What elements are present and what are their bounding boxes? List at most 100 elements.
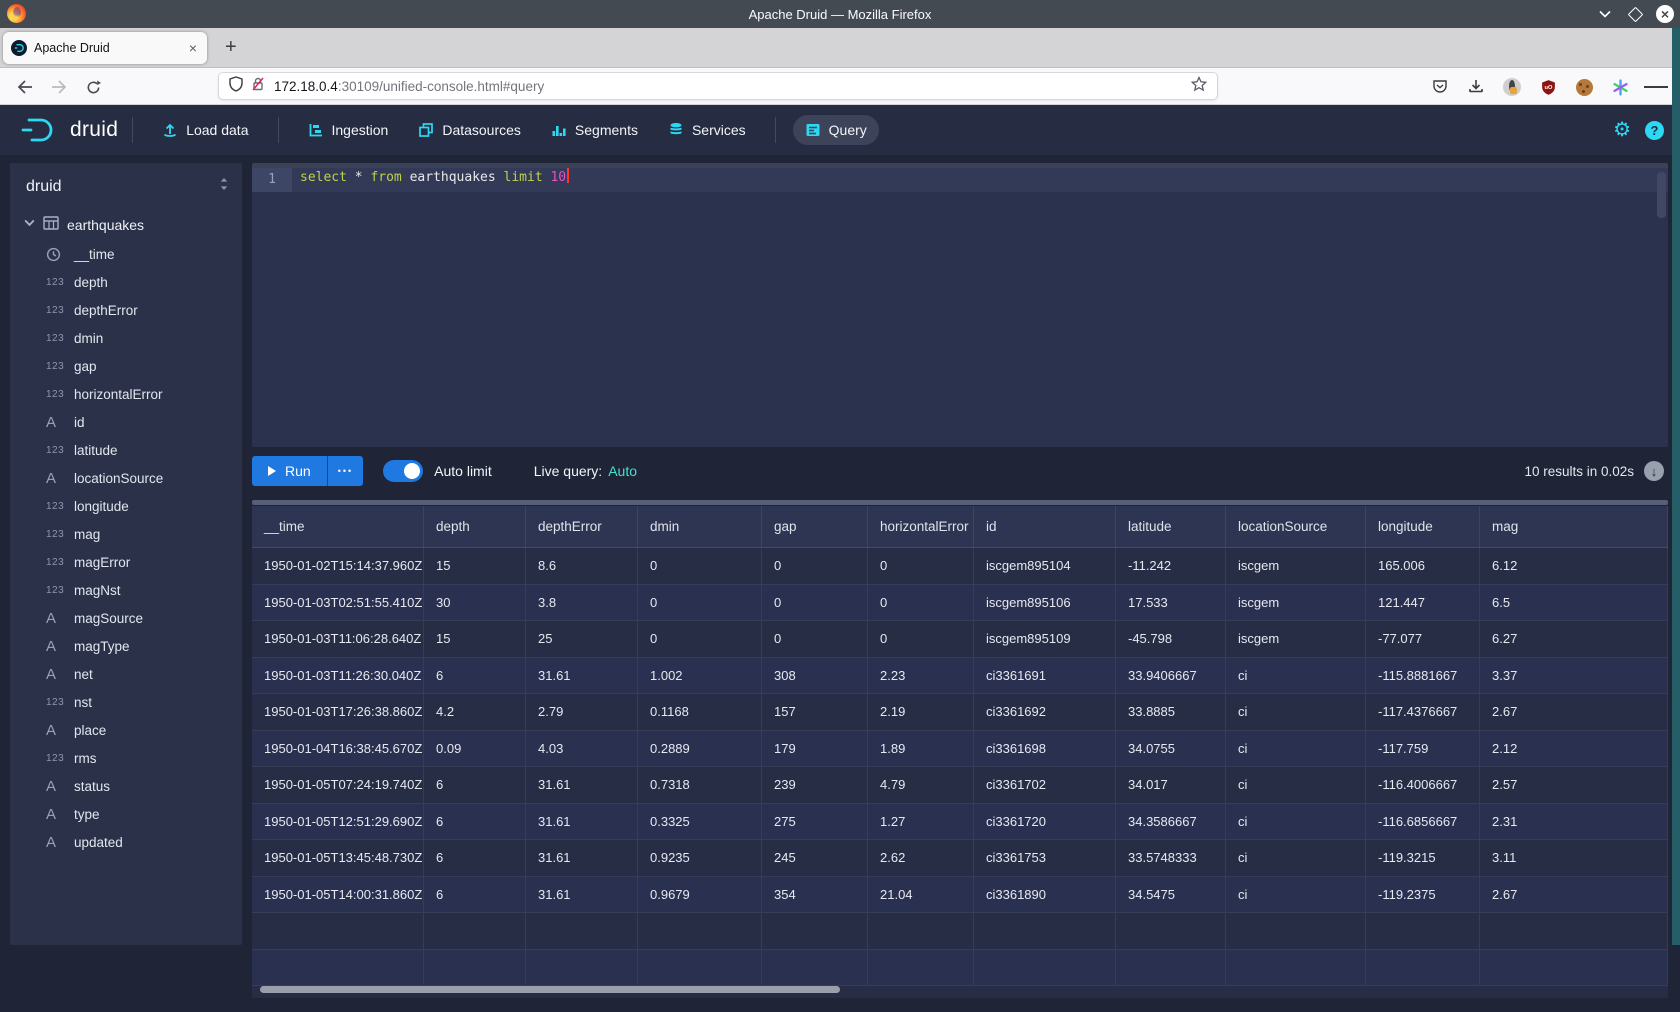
table-cell[interactable]: 245 bbox=[762, 840, 868, 876]
table-cell[interactable]: 1950-01-05T14:00:31.860Z bbox=[252, 877, 424, 913]
sidebar-column-depth[interactable]: 123depth bbox=[10, 268, 242, 296]
sidebar-column-latitude[interactable]: 123latitude bbox=[10, 436, 242, 464]
forward-icon[interactable] bbox=[46, 74, 72, 100]
nav-item-query[interactable]: Query bbox=[793, 115, 879, 145]
column-header-depth[interactable]: depth bbox=[424, 506, 526, 547]
sidebar-column-__time[interactable]: __time bbox=[10, 240, 242, 268]
privacy-badger-icon[interactable] bbox=[1500, 75, 1524, 99]
download-results-icon[interactable]: ↓ bbox=[1644, 461, 1664, 481]
editor-scrollbar[interactable] bbox=[1657, 172, 1666, 218]
table-cell[interactable]: 1950-01-03T11:06:28.640Z bbox=[252, 621, 424, 657]
column-header-gap[interactable]: gap bbox=[762, 506, 868, 547]
table-cell[interactable]: 2.23 bbox=[868, 658, 974, 694]
table-cell[interactable]: 0.9679 bbox=[638, 877, 762, 913]
table-cell[interactable]: 1.002 bbox=[638, 658, 762, 694]
table-cell[interactable]: 0 bbox=[762, 621, 868, 657]
sidebar-column-place[interactable]: Aplace bbox=[10, 716, 242, 744]
settings-gear-icon[interactable]: ⚙ bbox=[1613, 120, 1631, 140]
table-cell[interactable]: 6.5 bbox=[1480, 585, 1668, 621]
table-cell[interactable]: 15 bbox=[424, 548, 526, 584]
table-cell[interactable]: 2.12 bbox=[1480, 731, 1668, 767]
table-cell[interactable]: 31.61 bbox=[526, 658, 638, 694]
table-cell[interactable]: 0 bbox=[868, 585, 974, 621]
sidebar-column-magSource[interactable]: AmagSource bbox=[10, 604, 242, 632]
table-cell[interactable]: 0.09 bbox=[424, 731, 526, 767]
table-cell[interactable]: ci bbox=[1226, 804, 1366, 840]
nav-item-ingestion[interactable]: Ingestion bbox=[296, 115, 401, 145]
nav-item-services[interactable]: Services bbox=[656, 115, 758, 145]
table-cell[interactable]: 0.9235 bbox=[638, 840, 762, 876]
column-header-id[interactable]: id bbox=[974, 506, 1116, 547]
bookmark-star-icon[interactable] bbox=[1191, 76, 1207, 97]
table-cell[interactable]: 0 bbox=[868, 621, 974, 657]
table-cell[interactable]: 0.3325 bbox=[638, 804, 762, 840]
table-cell[interactable]: 0 bbox=[638, 621, 762, 657]
page-scrollbar[interactable] bbox=[1672, 28, 1680, 945]
table-cell[interactable]: 15 bbox=[424, 621, 526, 657]
table-cell[interactable]: 2.62 bbox=[868, 840, 974, 876]
table-cell[interactable]: 275 bbox=[762, 804, 868, 840]
table-cell[interactable]: 308 bbox=[762, 658, 868, 694]
sort-columns-icon[interactable] bbox=[218, 177, 230, 196]
column-header-mag[interactable]: mag bbox=[1480, 506, 1668, 547]
sidebar-column-rms[interactable]: 123rms bbox=[10, 744, 242, 772]
table-cell[interactable]: 6 bbox=[424, 804, 526, 840]
query-editor[interactable]: 1 select * from earthquakes limit 10 bbox=[252, 163, 1668, 447]
cookie-extension-icon[interactable] bbox=[1572, 75, 1596, 99]
table-cell[interactable]: -45.798 bbox=[1116, 621, 1226, 657]
table-cell[interactable]: 0.1168 bbox=[638, 694, 762, 730]
column-header-__time[interactable]: __time bbox=[252, 506, 424, 547]
table-cell[interactable]: iscgem895104 bbox=[974, 548, 1116, 584]
column-header-longitude[interactable]: longitude bbox=[1366, 506, 1480, 547]
table-cell[interactable]: ci3361691 bbox=[974, 658, 1116, 694]
ublock-icon[interactable]: uO bbox=[1536, 75, 1560, 99]
table-cell[interactable]: 3.37 bbox=[1480, 658, 1668, 694]
table-cell[interactable]: iscgem895109 bbox=[974, 621, 1116, 657]
live-query-value[interactable]: Auto bbox=[608, 463, 637, 479]
table-cell[interactable]: 4.03 bbox=[526, 731, 638, 767]
table-cell[interactable]: 1950-01-02T15:14:37.960Z bbox=[252, 548, 424, 584]
table-cell[interactable]: -77.077 bbox=[1366, 621, 1480, 657]
column-header-depthError[interactable]: depthError bbox=[526, 506, 638, 547]
table-cell[interactable]: ci bbox=[1226, 877, 1366, 913]
datasource-row-earthquakes[interactable]: earthquakes bbox=[10, 210, 242, 240]
table-cell[interactable]: iscgem895106 bbox=[974, 585, 1116, 621]
table-cell[interactable]: 1950-01-03T11:26:30.040Z bbox=[252, 658, 424, 694]
table-cell[interactable]: 2.31 bbox=[1480, 804, 1668, 840]
window-minimize-icon[interactable] bbox=[1596, 5, 1614, 23]
table-cell[interactable]: 34.5475 bbox=[1116, 877, 1226, 913]
run-button[interactable]: Run bbox=[252, 456, 327, 486]
table-cell[interactable]: ci3361702 bbox=[974, 767, 1116, 803]
table-cell[interactable]: 2.79 bbox=[526, 694, 638, 730]
table-cell[interactable]: ci bbox=[1226, 658, 1366, 694]
table-cell[interactable]: -119.3215 bbox=[1366, 840, 1480, 876]
pocket-icon[interactable] bbox=[1428, 75, 1452, 99]
auto-limit-toggle[interactable] bbox=[383, 460, 423, 482]
sidebar-column-magNst[interactable]: 123magNst bbox=[10, 576, 242, 604]
table-cell[interactable]: ci3361753 bbox=[974, 840, 1116, 876]
table-cell[interactable]: 31.61 bbox=[526, 840, 638, 876]
table-cell[interactable]: -116.6856667 bbox=[1366, 804, 1480, 840]
table-cell[interactable]: iscgem bbox=[1226, 585, 1366, 621]
table-cell[interactable]: 0 bbox=[638, 585, 762, 621]
table-cell[interactable]: 121.447 bbox=[1366, 585, 1480, 621]
sidebar-column-magError[interactable]: 123magError bbox=[10, 548, 242, 576]
table-cell[interactable]: iscgem bbox=[1226, 548, 1366, 584]
table-cell[interactable]: -117.4376667 bbox=[1366, 694, 1480, 730]
table-cell[interactable]: 31.61 bbox=[526, 767, 638, 803]
horizontal-scrollbar[interactable] bbox=[260, 986, 840, 993]
table-cell[interactable]: 179 bbox=[762, 731, 868, 767]
table-cell[interactable]: 2.57 bbox=[1480, 767, 1668, 803]
table-cell[interactable]: 2.67 bbox=[1480, 694, 1668, 730]
sidebar-column-gap[interactable]: 123gap bbox=[10, 352, 242, 380]
table-cell[interactable]: -116.4006667 bbox=[1366, 767, 1480, 803]
table-cell[interactable]: 1950-01-03T02:51:55.410Z bbox=[252, 585, 424, 621]
table-cell[interactable]: 6 bbox=[424, 877, 526, 913]
sidebar-column-status[interactable]: Astatus bbox=[10, 772, 242, 800]
window-close-icon[interactable]: × bbox=[1656, 5, 1674, 23]
table-cell[interactable]: ci3361698 bbox=[974, 731, 1116, 767]
sidebar-column-mag[interactable]: 123mag bbox=[10, 520, 242, 548]
table-cell[interactable]: 33.5748333 bbox=[1116, 840, 1226, 876]
table-cell[interactable]: 354 bbox=[762, 877, 868, 913]
menu-icon[interactable] bbox=[1644, 75, 1668, 99]
